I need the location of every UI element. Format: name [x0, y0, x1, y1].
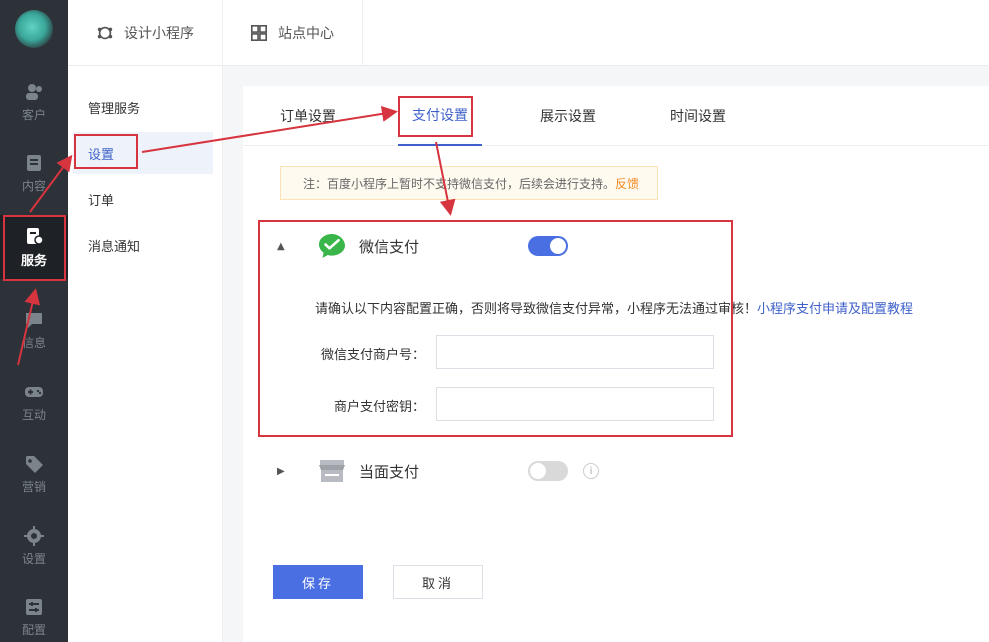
config-warning-text: 请确认以下内容配置正确，否则将导致微信支付异常，小程序无法通过审核！	[315, 302, 758, 317]
toggle-knob	[530, 463, 546, 479]
sidebar-item-marketing[interactable]: 营销	[0, 442, 68, 506]
tab-time-settings[interactable]: 时间设置	[670, 86, 726, 146]
secondary-menu: 管理服务 设置 订单 消息通知	[68, 66, 223, 642]
notice-banner: 注：百度小程序上暂时不支持微信支付，后续会进行支持。 反馈	[280, 166, 658, 200]
sidebar-item-interact[interactable]: 互动	[0, 370, 68, 434]
info-icon[interactable]: i	[583, 463, 599, 479]
sidebar-item-label: 设置	[21, 551, 46, 566]
face-pay-toggle[interactable]	[528, 461, 568, 481]
cancel-button[interactable]: 取消	[393, 565, 483, 599]
tab-label: 设计小程序	[124, 26, 194, 42]
store-icon	[319, 460, 345, 482]
config-tutorial-link[interactable]: 小程序支付申请及配置教程	[757, 302, 913, 317]
sidebar-item-label: 营销	[21, 479, 46, 494]
merchant-id-label: 微信支付商户号：	[320, 348, 425, 363]
tag-icon	[26, 455, 43, 473]
service-icon	[27, 227, 44, 245]
submenu-item-orders[interactable]: 订单	[73, 178, 213, 220]
users-icon	[26, 83, 42, 100]
merchant-id-input[interactable]	[436, 335, 714, 369]
submenu-item-notifications[interactable]: 消息通知	[73, 224, 213, 266]
sidebar-item-content[interactable]: 内容	[0, 141, 68, 205]
face-pay-title: 当面支付	[359, 462, 420, 481]
settings-tabs: 订单设置 支付设置 展示设置 时间设置	[243, 86, 989, 146]
wechat-pay-row: ▲ 微信支付	[243, 221, 989, 271]
tab-payment-settings[interactable]: 支付设置	[398, 86, 482, 146]
top-header: 设计小程序 站点中心	[68, 0, 989, 66]
grid-icon	[250, 24, 268, 42]
merchant-key-label: 商户支付密钥：	[333, 400, 425, 415]
sidebar-item-label: 客户	[21, 107, 46, 122]
sidebar-item-label: 互动	[21, 407, 46, 422]
sidebar-item-config[interactable]: 配置	[0, 585, 68, 642]
collapse-caret-icon[interactable]: ▲	[277, 241, 285, 252]
notice-text: 注：百度小程序上暂时不支持微信支付，后续会进行支持。	[303, 176, 616, 191]
tab-design-miniprogram[interactable]: 设计小程序	[68, 0, 223, 66]
sidebar-item-message[interactable]: 信息	[0, 298, 68, 362]
wechat-pay-toggle[interactable]	[528, 236, 568, 256]
message-icon	[26, 312, 42, 328]
sidebar-item-settings[interactable]: 设置	[0, 514, 68, 578]
face-pay-row: ▶ 当面支付 i	[243, 446, 989, 496]
sidebar-item-label: 内容	[21, 178, 46, 193]
wechat-pay-icon	[319, 234, 345, 258]
config-warning: 请确认以下内容配置正确，否则将导致微信支付异常，小程序无法通过审核！小程序支付申…	[315, 298, 913, 317]
gear-icon	[24, 525, 44, 546]
submenu-item-manage-service[interactable]: 管理服务	[73, 86, 213, 128]
save-button[interactable]: 保存	[273, 565, 363, 599]
feedback-link[interactable]: 反馈	[615, 175, 639, 192]
settings-panel: 订单设置 支付设置 展示设置 时间设置 注：百度小程序上暂时不支持微信支付，后续…	[243, 86, 989, 642]
sidebar-item-service[interactable]: 服务	[0, 215, 68, 279]
tab-order-settings[interactable]: 订单设置	[280, 86, 336, 146]
tab-display-settings[interactable]: 展示设置	[540, 86, 596, 146]
gamepad-icon	[25, 386, 43, 397]
submenu-item-settings[interactable]: 设置	[73, 132, 213, 174]
toggle-knob	[550, 238, 566, 254]
app-logo	[15, 10, 53, 48]
design-icon	[97, 26, 113, 40]
expand-caret-icon[interactable]: ▶	[277, 466, 285, 477]
sidebar-item-label: 配置	[21, 622, 46, 637]
config-icon	[26, 598, 42, 615]
wechat-pay-title: 微信支付	[359, 237, 420, 256]
tab-label: 站点中心	[278, 26, 334, 42]
sidebar-item-label: 服务	[20, 253, 47, 269]
sidebar-item-customers[interactable]: 客户	[0, 70, 68, 134]
sidebar-item-label: 信息	[21, 335, 46, 350]
document-icon	[27, 154, 41, 171]
main-sidebar: 客户 内容 服务 信息 互动 营销 设置 配置	[0, 0, 68, 642]
tab-site-center[interactable]: 站点中心	[222, 0, 363, 66]
merchant-key-input[interactable]	[436, 387, 714, 421]
